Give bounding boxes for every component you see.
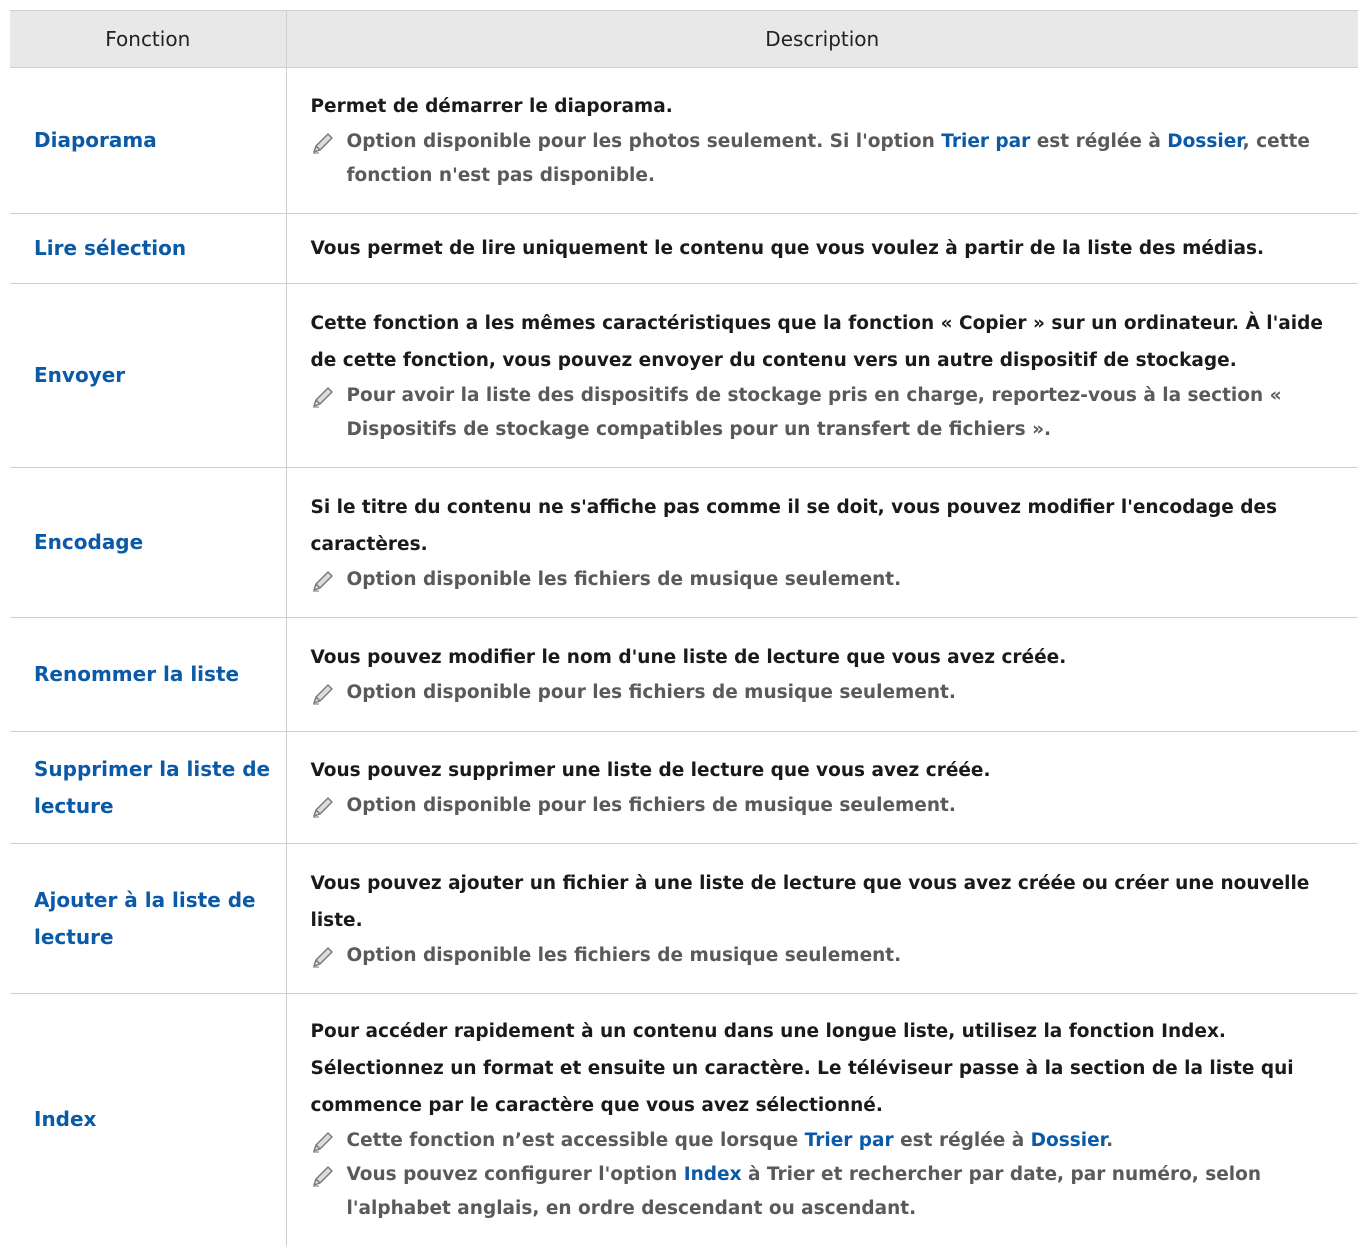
function-name: Index (10, 993, 286, 1246)
function-description: Vous permet de lire uniquement le conten… (285, 213, 1358, 284)
table-row: Ajouter à la liste de lecture Vous pouve… (10, 843, 1358, 994)
function-name: Ajouter à la liste de lecture (10, 843, 286, 994)
pencil-icon (312, 133, 333, 154)
note: Option disponible pour les fichiers de m… (311, 676, 1351, 710)
note-text: Option disponible pour les fichiers de m… (346, 682, 956, 703)
note-text: Option disponible les fichiers de musiqu… (346, 944, 902, 966)
term-dossier: Dossier (1030, 1130, 1107, 1152)
note-text: Option disponible pour les fichiers de m… (346, 795, 956, 816)
table-row: Envoyer Cette fonction a les mêmes carac… (10, 283, 1358, 468)
note-text: Option disponible les fichiers de musiqu… (346, 568, 902, 590)
function-description: Vous pouvez ajouter un fichier à une lis… (285, 843, 1358, 994)
table-row: Index Pour accéder rapidement à un conte… (10, 993, 1358, 1246)
functions-table: Fonction Description Diaporama Permet de… (10, 10, 1358, 1246)
table-row: Renommer la liste Vous pouvez modifier l… (10, 617, 1358, 732)
table-row: Encodage Si le titre du contenu ne s'aff… (10, 467, 1358, 618)
table-row: Supprimer la liste de lecture Vous pouve… (10, 731, 1358, 844)
description-text: Permet de démarrer le diaporama. (310, 96, 673, 117)
pencil-icon (312, 684, 333, 705)
note-text: est réglée à (893, 1130, 1031, 1152)
note-text: Pour avoir la liste des dispositifs de s… (346, 384, 1282, 440)
term-dossier: Dossier (1167, 131, 1243, 152)
function-name: Encodage (10, 467, 286, 618)
function-description: Vous pouvez modifier le nom d'une liste … (285, 617, 1358, 732)
note-text: est réglée à (1030, 131, 1168, 152)
function-description: Cette fonction a les mêmes caractéristiq… (285, 283, 1358, 468)
note: Option disponible les fichiers de musiqu… (311, 939, 1351, 973)
pencil-icon (312, 797, 333, 818)
pencil-icon (312, 570, 333, 592)
note: Vous pouvez configurer l'option Index à … (311, 1158, 1351, 1226)
pencil-icon (312, 946, 333, 968)
term-trier-par: Trier par (941, 131, 1031, 152)
function-name: Envoyer (10, 283, 286, 468)
description-text: Pour accéder rapidement à un contenu dan… (310, 1021, 1294, 1117)
function-name: Supprimer la liste de lecture (10, 731, 286, 844)
description-text: Vous pouvez ajouter un fichier à une lis… (310, 872, 1310, 931)
function-description: Si le titre du contenu ne s'affiche pas … (285, 467, 1358, 618)
function-name: Renommer la liste (10, 617, 286, 732)
term-index: Index (683, 1164, 742, 1186)
note: Option disponible pour les photos seulem… (311, 125, 1351, 193)
header-description: Description (285, 10, 1358, 68)
term-trier-par: Trier par (804, 1130, 894, 1152)
header-fonction: Fonction (10, 10, 286, 68)
note: Cette fonction n’est accessible que lors… (311, 1124, 1351, 1158)
function-name: Diaporama (10, 67, 286, 214)
note-text: . (1106, 1130, 1114, 1152)
function-description: Vous pouvez supprimer une liste de lectu… (285, 731, 1358, 844)
description-text: Vous permet de lire uniquement le conten… (310, 238, 1265, 259)
pencil-icon (312, 1166, 333, 1187)
pencil-icon (312, 1132, 333, 1153)
note-text: Vous pouvez configurer l'option (346, 1164, 684, 1186)
note: Option disponible pour les fichiers de m… (311, 789, 1351, 823)
table-header: Fonction Description (10, 10, 1358, 68)
table-row: Lire sélection Vous permet de lire uniqu… (10, 213, 1358, 284)
description-text: Si le titre du contenu ne s'affiche pas … (310, 496, 1278, 555)
table-row: Diaporama Permet de démarrer le diaporam… (10, 67, 1358, 214)
pencil-icon (312, 386, 333, 408)
function-description: Pour accéder rapidement à un contenu dan… (285, 993, 1358, 1246)
function-name: Lire sélection (10, 213, 286, 284)
description-text: Vous pouvez modifier le nom d'une liste … (310, 647, 1067, 668)
description-text: Vous pouvez supprimer une liste de lectu… (310, 760, 991, 781)
note: Option disponible les fichiers de musiqu… (311, 563, 1351, 597)
description-text: Cette fonction a les mêmes caractéristiq… (310, 312, 1323, 371)
note-text: Cette fonction n’est accessible que lors… (346, 1130, 805, 1152)
note: Pour avoir la liste des dispositifs de s… (311, 379, 1351, 447)
note-text: Option disponible pour les photos seulem… (346, 131, 942, 152)
manual-page: Fonction Description Diaporama Permet de… (0, 0, 1358, 1252)
function-description: Permet de démarrer le diaporama. Option … (285, 67, 1358, 214)
header-row: Fonction Description (10, 10, 1358, 68)
